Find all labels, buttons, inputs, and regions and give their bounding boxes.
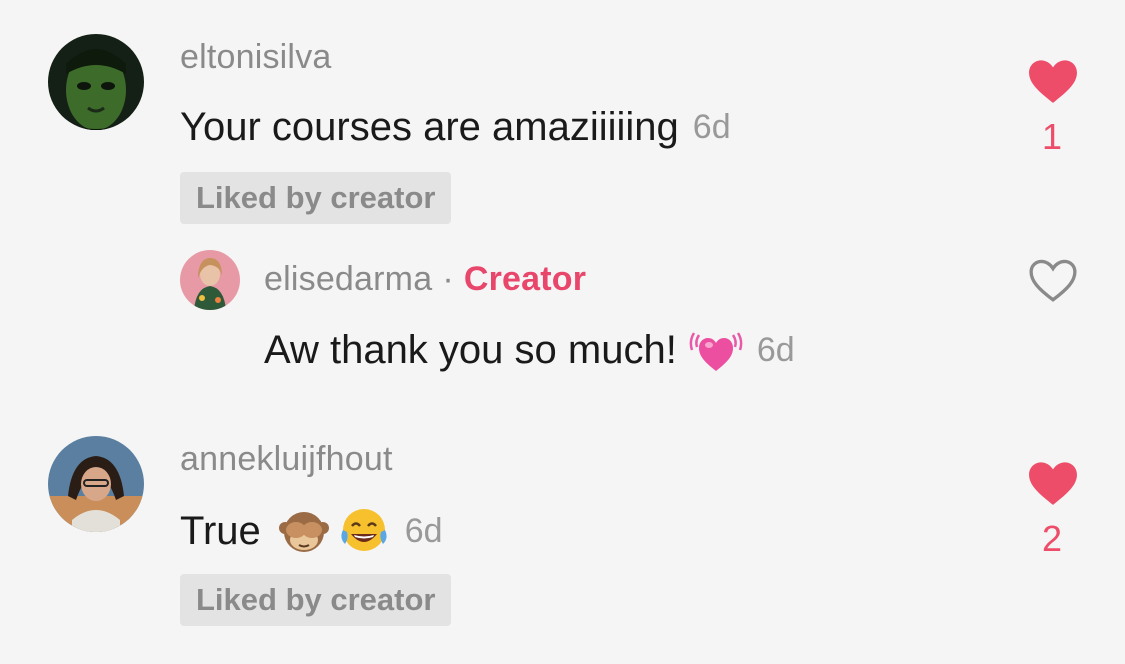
see-no-evil-monkey-emoji-icon (277, 504, 331, 558)
reply-time: 6d (756, 330, 795, 369)
avatar-annekluijfhout[interactable] (48, 436, 144, 532)
separator-dot: · (442, 260, 454, 298)
avatar-woman-green-icon (180, 250, 240, 310)
avatar-eltonisilva[interactable] (48, 34, 144, 130)
heart-outline-icon (1029, 259, 1077, 302)
liked-by-creator-badge: Liked by creator (180, 574, 452, 626)
comment-text: True (180, 508, 261, 553)
reply-elisedarma: elisedarma · Creator Aw thank you so much!… (0, 240, 1125, 390)
avatar-green-face-icon (48, 34, 144, 130)
comment-annekluijfhout: annekluijfhout True 6d Liked by creator … (0, 400, 1125, 664)
like-count: 1 (1041, 116, 1063, 157)
tears-of-joy-emoji-icon (337, 504, 391, 558)
liked-by-creator-badge: Liked by creator (180, 172, 452, 224)
reply-text: Aw thank you so much! (264, 327, 677, 372)
reply-like-button[interactable] (1028, 258, 1078, 304)
heart-filled-icon (1029, 462, 1077, 505)
like-button[interactable] (1028, 59, 1078, 105)
avatar-woman-dark-hair-icon (48, 436, 144, 532)
beating-heart-emoji-icon (689, 323, 743, 377)
reply-body: Aw thank you so much! 6d (264, 322, 795, 378)
comment-text: Your courses are amaziiiiing (180, 104, 679, 149)
reply-username-line: elisedarma · Creator (264, 260, 586, 299)
reply-username[interactable]: elisedarma (264, 260, 432, 298)
like-button[interactable] (1028, 461, 1078, 507)
comment-time: 6d (404, 511, 443, 550)
like-count: 2 (1041, 518, 1063, 559)
comment-username[interactable]: eltonisilva (180, 38, 332, 77)
creator-tag: Creator (463, 260, 587, 298)
avatar-elisedarma[interactable] (180, 250, 240, 310)
comment-time: 6d (692, 107, 731, 146)
comment-eltonisilva: eltonisilva Your courses are amaziiiiing… (0, 0, 1125, 230)
comment-body: True 6d (180, 502, 443, 560)
comment-body: Your courses are amaziiiiing 6d (180, 100, 731, 154)
comment-username[interactable]: annekluijfhout (180, 440, 393, 479)
heart-filled-icon (1029, 60, 1077, 103)
